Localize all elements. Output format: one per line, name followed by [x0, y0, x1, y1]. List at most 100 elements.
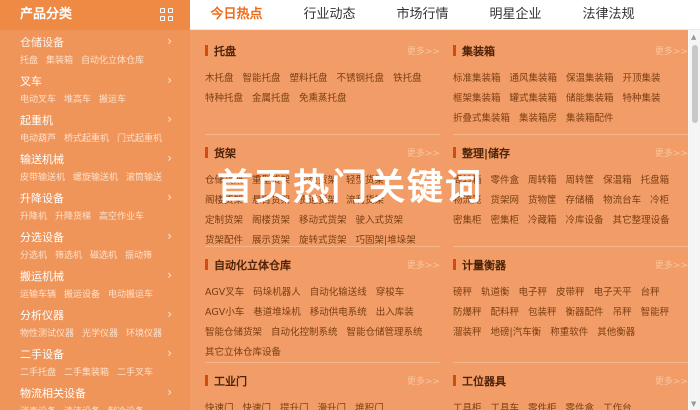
panel-item-link[interactable]: 电子秤	[519, 283, 548, 302]
more-link[interactable]: 更多>>	[407, 258, 440, 271]
sidebar-category[interactable]: 叉车 › 电动叉车 堆高车 搬运车	[0, 69, 190, 108]
sidebar-category[interactable]: 物流相关设备› 消毒设备清洁设备制冷设备	[0, 381, 190, 410]
panel-item-link[interactable]: 吊秤	[613, 303, 632, 322]
panel-item-link[interactable]: 驶入式货架	[356, 211, 404, 230]
panel-item-link[interactable]: 皮带秤	[556, 283, 585, 302]
panel-item-link[interactable]: 特种集装	[623, 89, 661, 108]
panel-section-title[interactable]: 托盘	[214, 43, 236, 59]
sidebar-subcategory-link[interactable]: 磁选机	[90, 251, 117, 261]
panel-item-link[interactable]: 衡器配件	[566, 303, 604, 322]
sidebar-subcategory-link[interactable]: 运输车辆	[20, 290, 56, 300]
sidebar-category[interactable]: 二手设备 › 二手托盘 二手集装箱 二手叉车	[0, 342, 190, 381]
panel-item-link[interactable]: 罐式集装箱	[510, 89, 558, 108]
sidebar-subcategory-link[interactable]: 搬运车	[99, 95, 126, 105]
panel-item-link[interactable]: 包装秤	[528, 303, 557, 322]
panel-item-link[interactable]: 冷库设备	[566, 211, 604, 230]
sidebar-subcategory-link[interactable]: 门式起重机	[117, 134, 162, 144]
sidebar-subcategory-link[interactable]: 二手托盘	[20, 368, 56, 378]
panel-item-link[interactable]: 智能仓储货架	[205, 323, 262, 342]
panel-item-link[interactable]: 金属托盘	[252, 89, 290, 108]
grid-icon[interactable]	[160, 8, 173, 21]
more-link[interactable]: 更多>>	[407, 374, 440, 387]
panel-item-link[interactable]: 其它整理设备	[613, 211, 670, 230]
panel-item-link[interactable]: 移动供电系统	[310, 303, 367, 322]
panel-item-link[interactable]: 阁楼货架	[252, 211, 290, 230]
panel-item-link[interactable]: 冷藏箱	[528, 211, 557, 230]
sidebar-subcategory-link[interactable]: 自动化立体仓库	[81, 56, 144, 66]
panel-item-link[interactable]: 集装箱房	[519, 109, 557, 128]
panel-item-link[interactable]: 零件柜	[528, 399, 557, 410]
scroll-down-icon[interactable]: ▼	[691, 400, 696, 408]
more-link[interactable]: 更多>>	[407, 44, 440, 57]
panel-item-link[interactable]: 框架集装箱	[453, 89, 501, 108]
panel-item-link[interactable]: 密集柜	[453, 211, 482, 230]
panel-item-link[interactable]: 旋转式货架	[299, 231, 347, 250]
sidebar-category[interactable]: 起重机 › 电动葫芦 桥式起重机 门式起重机	[0, 108, 190, 147]
sidebar-category-title[interactable]: 物流相关设备	[20, 387, 190, 401]
panel-item-link[interactable]: 标准集装箱	[453, 69, 501, 88]
panel-item-link[interactable]: 储能集装箱	[566, 89, 614, 108]
sidebar-category-title[interactable]: 搬运机械	[20, 270, 190, 284]
tab-2[interactable]: 行业动态	[283, 0, 376, 30]
panel-item-link[interactable]: 工具柜	[453, 399, 482, 410]
panel-item-link[interactable]: 电子天平	[594, 283, 632, 302]
sidebar-category-title[interactable]: 叉车	[20, 75, 190, 89]
sidebar-subcategory-link[interactable]: 升降货梯	[55, 212, 91, 222]
panel-item-link[interactable]: 铁托盘	[393, 69, 422, 88]
panel-section-title[interactable]: 工业门	[214, 373, 247, 389]
scroll-up-icon[interactable]: ▲	[691, 33, 696, 41]
sidebar-subcategory-link[interactable]: 二手叉车	[117, 368, 153, 378]
panel-item-link[interactable]: 货架配件	[205, 231, 243, 250]
tab-3[interactable]: 市场行情	[376, 0, 469, 30]
panel-item-link[interactable]: 工作台	[603, 399, 632, 410]
panel-item-link[interactable]: 出入库装	[376, 303, 414, 322]
panel-item-link[interactable]: 地磅|汽车衡	[491, 323, 542, 342]
product-category-header[interactable]: 产品分类	[0, 0, 190, 30]
tab-5[interactable]: 法律法规	[562, 0, 655, 30]
sidebar-category-title[interactable]: 分选设备	[20, 231, 190, 245]
panel-item-link[interactable]: 保温集装箱	[566, 69, 614, 88]
more-link[interactable]: 更多>>	[655, 374, 688, 387]
panel-item-link[interactable]: 磅秤	[453, 283, 472, 302]
panel-item-link[interactable]: 巷道堆垛机	[253, 303, 301, 322]
panel-item-link[interactable]: 特种托盘	[205, 89, 243, 108]
panel-item-link[interactable]: 折叠式集装箱	[453, 109, 510, 128]
sidebar-subcategory-link[interactable]: 升降机	[20, 212, 47, 222]
sidebar-category[interactable]: 分选设备 › 分选机 筛选机 磁选机 振动筛	[0, 225, 190, 264]
panel-item-link[interactable]: 木托盘	[205, 69, 234, 88]
sidebar-subcategory-link[interactable]: 光学仪器	[82, 329, 118, 339]
panel-item-link[interactable]: 工具车	[491, 399, 520, 410]
panel-item-link[interactable]: 堆积门	[355, 399, 384, 410]
sidebar-category-title[interactable]: 起重机	[20, 114, 190, 128]
sidebar-subcategory-link[interactable]: 振动筛	[125, 251, 152, 261]
sidebar-subcategory-link[interactable]: 物性测试仪器	[20, 329, 74, 339]
panel-section-title[interactable]: 自动化立体仓库	[214, 257, 291, 273]
panel-item-link[interactable]: 台秤	[641, 283, 660, 302]
panel-item-link[interactable]: 码垛机器人	[253, 283, 301, 302]
panel-item-link[interactable]: 智能托盘	[243, 69, 281, 88]
sidebar-subcategory-link[interactable]: 电动葫芦	[20, 134, 56, 144]
panel-item-link[interactable]: AGV小车	[205, 303, 244, 322]
sidebar-subcategory-link[interactable]: 搬运设备	[64, 290, 100, 300]
sidebar-category-title[interactable]: 分析仪器	[20, 309, 190, 323]
panel-item-link[interactable]: 零件盒	[566, 399, 595, 410]
panel-section-title[interactable]: 工位器具	[462, 373, 506, 389]
sidebar-subcategory-link[interactable]: 桥式起重机	[64, 134, 109, 144]
panel-section-title[interactable]: 计量衡器	[462, 257, 506, 273]
more-link[interactable]: 更多>>	[655, 258, 688, 271]
panel-item-link[interactable]: 移动式货架	[299, 211, 347, 230]
sidebar-category[interactable]: 搬运机械 › 运输车辆 搬运设备 电动搬运车	[0, 264, 190, 303]
panel-item-link[interactable]: 溜装秤	[453, 323, 482, 342]
panel-item-link[interactable]: 通风集装箱	[510, 69, 558, 88]
panel-item-link[interactable]: 滑升门	[318, 399, 347, 410]
panel-item-link[interactable]: 轨道衡	[481, 283, 510, 302]
panel-item-link[interactable]: 不锈钢托盘	[337, 69, 385, 88]
panel-item-link[interactable]: 穿梭车	[376, 283, 405, 302]
panel-section-title[interactable]: 集装箱	[462, 43, 495, 59]
sidebar-category[interactable]: 分析仪器 › 物性测试仪器 光学仪器 环境仪器	[0, 303, 190, 342]
panel-item-link[interactable]: 智能仓储管理系统	[347, 323, 423, 342]
panel-item-link[interactable]: 配料秤	[491, 303, 520, 322]
sidebar-subcategory-link[interactable]: 电动叉车	[20, 95, 56, 105]
panel-item-link[interactable]: 开顶集装	[623, 69, 661, 88]
sidebar-subcategory-link[interactable]: 分选机	[20, 251, 47, 261]
